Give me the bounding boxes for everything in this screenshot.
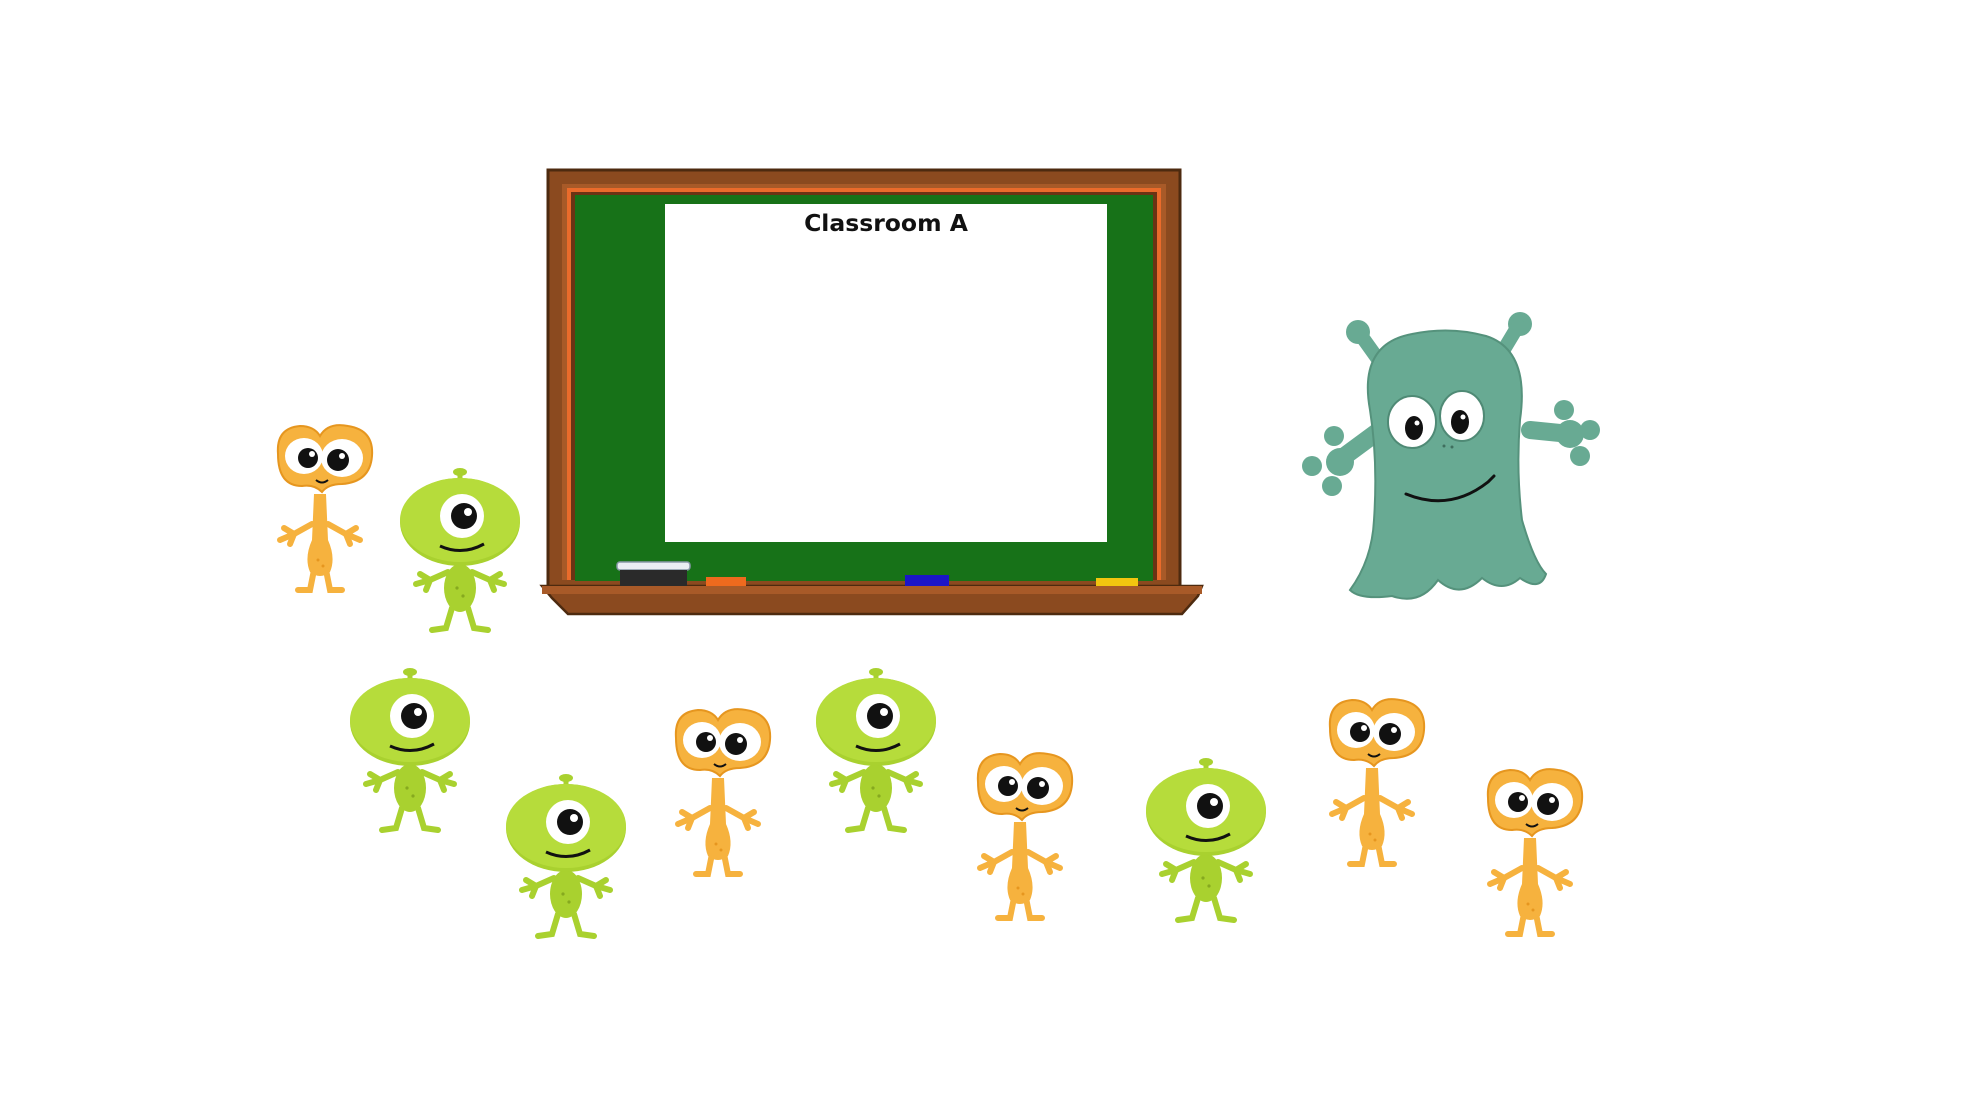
yellow-chalk-icon <box>1096 578 1138 586</box>
green-one-eyed-alien-icon <box>506 774 626 936</box>
scene-drawing: Classroom A <box>0 168 1600 1106</box>
orange-two-eyed-alien-icon <box>978 753 1072 918</box>
teal-monster-icon <box>1302 312 1600 600</box>
green-one-eyed-alien-icon <box>400 468 520 630</box>
chalkboard-paper <box>665 204 1107 542</box>
chalkboard: Classroom A <box>539 168 1204 616</box>
chalkboard-title: Classroom A <box>804 209 969 237</box>
orange-two-eyed-alien-icon <box>676 709 770 874</box>
blue-chalk-icon <box>905 575 949 586</box>
green-one-eyed-alien-icon <box>1146 758 1266 920</box>
slide-canvas: Classroom A <box>0 0 1964 1106</box>
eraser-icon <box>616 561 691 586</box>
green-one-eyed-alien-icon <box>816 668 936 830</box>
orange-two-eyed-alien-icon <box>1330 699 1424 864</box>
orange-two-eyed-alien-icon <box>1488 769 1582 934</box>
orange-two-eyed-alien-icon <box>278 425 372 590</box>
orange-chalk-icon <box>706 577 746 586</box>
green-one-eyed-alien-icon <box>350 668 470 830</box>
